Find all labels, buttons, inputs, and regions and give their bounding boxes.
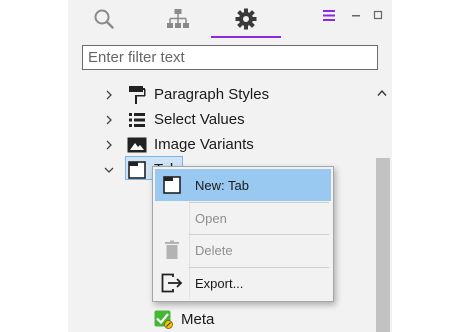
tree-item-paragraph-styles[interactable]: Paragraph Styles: [68, 82, 374, 107]
panel-menu-button[interactable]: [320, 7, 338, 23]
menu-item-label: Delete: [195, 243, 233, 258]
menu-item-new-tab[interactable]: New: Tab: [155, 169, 331, 201]
tree-item-meta-label[interactable]: Meta: [181, 311, 214, 328]
tab-icon: [126, 159, 148, 181]
tree-tab-button[interactable]: [148, 0, 208, 38]
tab-icon: [161, 173, 183, 197]
trash-icon: [161, 238, 183, 262]
chevron-right-icon[interactable]: [102, 113, 116, 127]
image-icon: [126, 134, 148, 156]
scroll-up-button[interactable]: [376, 88, 388, 98]
chevron-right-icon[interactable]: [102, 88, 116, 102]
menu-item-label: Open: [195, 211, 227, 226]
hierarchy-icon: [167, 9, 189, 28]
menu-item-delete[interactable]: Delete: [155, 234, 331, 266]
tree-item-label: Paragraph Styles: [154, 86, 270, 103]
paragraph-style-icon: [126, 84, 148, 106]
explorer-panel: Paragraph Styles Select Values: [68, 0, 392, 332]
minimize-icon: [352, 15, 360, 17]
tree-item-label: Image Variants: [154, 136, 254, 153]
filter-box: [82, 45, 378, 70]
list-icon: [126, 109, 148, 131]
menu-item-label: Export...: [195, 276, 244, 291]
tree-item-image-variants[interactable]: Image Variants: [68, 132, 374, 157]
export-icon: [161, 271, 183, 295]
scroll-up-arrow-icon: [377, 89, 387, 96]
gear-icon: [235, 8, 257, 30]
right-background: [392, 0, 460, 332]
filter-input[interactable]: [83, 46, 377, 69]
tree-item-label: Select Values: [154, 111, 245, 128]
left-background: [0, 0, 68, 332]
chevron-right-icon[interactable]: [102, 138, 116, 152]
scrollbar-thumb[interactable]: [376, 158, 390, 332]
search-icon: [94, 9, 114, 29]
menu-item-export[interactable]: Export...: [155, 267, 331, 299]
context-menu: New: Tab Open Delete Export...: [152, 166, 334, 302]
menu-item-open[interactable]: Open: [155, 202, 331, 234]
settings-tab-button[interactable]: [211, 0, 281, 38]
search-tab-button[interactable]: [74, 0, 134, 38]
panel-toolbar: [68, 0, 392, 38]
maximize-button[interactable]: [370, 7, 386, 23]
minimize-button[interactable]: [348, 7, 364, 23]
menu-item-label: New: Tab: [195, 178, 249, 193]
active-tab-indicator: [211, 36, 281, 38]
tree-item-select-values[interactable]: Select Values: [68, 107, 374, 132]
hamburger-menu-icon: [323, 10, 335, 21]
maximize-icon: [373, 10, 383, 20]
meta-check-icon: [154, 310, 173, 329]
chevron-down-icon[interactable]: [102, 163, 116, 177]
